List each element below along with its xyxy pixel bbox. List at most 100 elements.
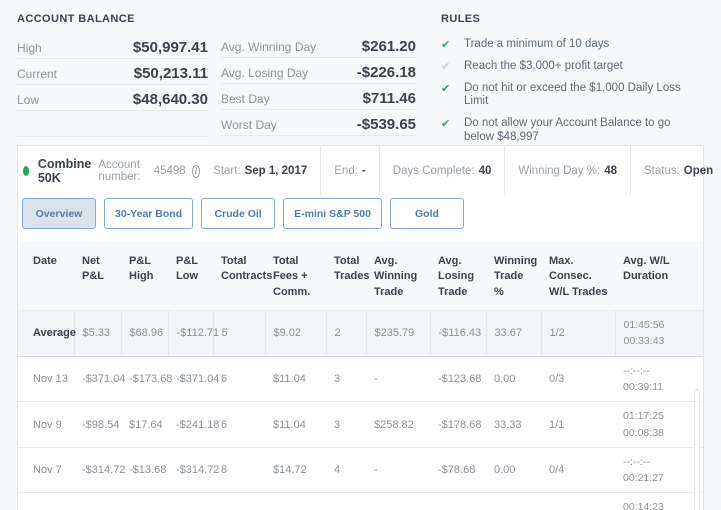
table-row: Nov 6$262.64$262.64-$173.684$7.362$436.3… bbox=[18, 492, 703, 510]
stat-label: Avg. Winning Day bbox=[221, 40, 317, 54]
data-cell: -$123.68 bbox=[430, 356, 486, 403]
column-header-avg-losing-trade: Avg. Losing Trade bbox=[430, 242, 486, 311]
account-info-bar: Combine 50K Account number: 45498 i Star… bbox=[18, 146, 713, 196]
bar-segment-winning-day: Winning Day %: 48 bbox=[504, 146, 630, 196]
data-cell: $262.64 bbox=[121, 492, 169, 510]
data-cell: -$241.18 bbox=[168, 401, 219, 448]
duration-line: 00:33:43 bbox=[623, 335, 665, 348]
duration-cell: --:--:-- 00:21:27 bbox=[615, 447, 703, 494]
product-tabs: Overview 30-Year Bond Crude Oil E-mini S&P … bbox=[18, 196, 703, 229]
account-number-label: Account number: bbox=[98, 159, 141, 183]
stat-value: $50,213.11 bbox=[133, 65, 208, 82]
stat-label: Avg. Losing Day bbox=[221, 66, 309, 80]
vertical-scrollbar[interactable] bbox=[694, 389, 700, 510]
duration-line: 00:39:11 bbox=[623, 380, 664, 393]
data-cell: 33.33 bbox=[486, 401, 541, 448]
data-cell: - bbox=[366, 356, 430, 403]
stat-value: $48,640.30 bbox=[132, 91, 208, 108]
tab-crude-oil[interactable]: Crude Oil bbox=[201, 198, 276, 229]
rule-text: Reach the $3,000+ profit target bbox=[464, 59, 623, 72]
segment-value: Open bbox=[683, 165, 714, 177]
table-row: Nov 9 -$98.54 $17.64 -$241.18 6 $11.04 3 $258.8… bbox=[18, 401, 703, 448]
data-cell: -$116.43 bbox=[430, 310, 487, 357]
data-cell: 50.00 bbox=[486, 492, 541, 510]
duration-line: 00:14:23 bbox=[623, 501, 664, 510]
data-cell: $262.64 bbox=[74, 492, 122, 510]
tab-e-mini-s-p-500[interactable]: E-mini S&P 500 bbox=[283, 198, 382, 229]
data-cell: -$112.71 bbox=[168, 310, 219, 357]
duration-line: 01:45:56 bbox=[623, 319, 665, 332]
segment-value: Sep 1, 2017 bbox=[244, 165, 308, 177]
data-cell: -$173.68 bbox=[168, 492, 219, 510]
tab-overview[interactable]: Overview bbox=[22, 198, 96, 229]
data-cell: 5 bbox=[213, 310, 266, 357]
date-cell: Nov 13 bbox=[18, 356, 74, 403]
data-cell: 4 bbox=[326, 447, 366, 494]
date-cell: Nov 7 bbox=[18, 447, 74, 494]
status-dot-icon bbox=[23, 166, 29, 176]
rule-item: ✔ Do not allow your Account Balance to go… bbox=[441, 117, 703, 145]
rule-text: Trade a minimum of 10 days bbox=[464, 38, 610, 50]
bar-segment-status: Status: Open bbox=[629, 146, 721, 196]
duration-cell: 00:14:2300:44:15 bbox=[615, 492, 703, 510]
account-card: Combine 50K Account number: 45498 i Star… bbox=[17, 145, 713, 510]
data-cell: 0.00 bbox=[486, 356, 541, 403]
column-header-date: Date bbox=[18, 242, 74, 311]
stat-row: Current $50,213.11 bbox=[17, 59, 208, 85]
table-row: Nov 13 -$371.04 -$173.68 -$371.04 6 $11.04 3- -… bbox=[18, 356, 703, 403]
stat-label: Worst Day bbox=[221, 118, 277, 132]
column-header-avg-winning-trade: Avg. Winning Trade bbox=[366, 242, 430, 311]
data-cell: 0.00 bbox=[486, 447, 541, 494]
stat-label: Current bbox=[17, 67, 58, 81]
data-cell: -$98.54 bbox=[74, 401, 121, 448]
data-cell: 8 bbox=[213, 447, 265, 494]
column-header-p-l-low: P&L Low bbox=[168, 242, 213, 311]
table-row: Nov 7 -$314.72 -$13.68 -$314.72 8 $14.72 4- -$7… bbox=[18, 447, 703, 494]
stat-label: Low bbox=[17, 93, 40, 107]
column-header-total-fees-comm: Total Fees + Comm. bbox=[265, 242, 326, 311]
date-cell: Average bbox=[18, 310, 76, 357]
data-cell: $7.36 bbox=[265, 492, 326, 510]
stat-row: Worst Day -$539.65 bbox=[221, 110, 416, 136]
data-cell: -$371.04 bbox=[168, 356, 219, 403]
stat-value: $261.20 bbox=[361, 38, 416, 55]
rule-item: ✔ Trade a minimum of 10 days bbox=[441, 38, 703, 52]
stat-row: High $50,997.41 bbox=[17, 33, 208, 59]
day-stats-rows: Avg. Winning Day $261.20 Avg. Losing Day -$… bbox=[221, 32, 416, 136]
info-icon[interactable]: i bbox=[191, 164, 201, 178]
data-cell: 2 bbox=[326, 310, 367, 357]
segment-label: End: bbox=[334, 165, 358, 177]
stat-label: Best Day bbox=[221, 92, 270, 106]
column-header-avg-w-l-duration: Avg. W/L Duration bbox=[615, 242, 703, 311]
check-icon: ✔ bbox=[441, 39, 451, 51]
column-header-total-contracts: Total Contracts bbox=[213, 242, 272, 311]
data-cell: $436.32 bbox=[366, 492, 430, 510]
check-icon: ✔ bbox=[441, 118, 451, 131]
stat-row: Avg. Winning Day $261.20 bbox=[221, 32, 416, 58]
data-cell: -$371.04 bbox=[74, 356, 125, 403]
data-cell: $68.96 bbox=[121, 310, 169, 357]
stat-value: -$226.18 bbox=[356, 64, 416, 81]
data-cell: 2 bbox=[326, 492, 366, 510]
rule-item: ✔ Reach the $3,000+ profit target bbox=[441, 60, 703, 74]
data-cell: -$178.68 bbox=[430, 401, 486, 448]
tab-gold[interactable]: Gold bbox=[389, 198, 464, 229]
date-cell: Nov 9 bbox=[18, 401, 74, 448]
data-cell: $9.02 bbox=[265, 310, 327, 357]
tab-30-year-bond[interactable]: 30-Year Bond bbox=[104, 198, 194, 229]
day-stats-column: Avg. Winning Day $261.20 Avg. Losing Day -$… bbox=[221, 10, 416, 145]
bar-segment-end: End: - bbox=[320, 146, 379, 196]
stats-rules-section: ACCOUNT BALANCE High $50,997.41 Current $50… bbox=[0, 0, 721, 179]
account-balance-rows: High $50,997.41 Current $50,213.11 Low $48,64… bbox=[17, 33, 208, 137]
segment-label: Winning Day %: bbox=[518, 165, 601, 177]
segment-value: 48 bbox=[604, 165, 617, 177]
data-cell: 4 bbox=[213, 492, 265, 510]
account-balance-column: ACCOUNT BALANCE High $50,997.41 Current $50… bbox=[17, 10, 208, 145]
table-row: Average $5.33 $68.96 -$112.71 5 $9.02 2 $235.79… bbox=[18, 310, 703, 357]
duration-line: 01:17:25 bbox=[623, 410, 664, 423]
data-cell: 33.67 bbox=[486, 310, 542, 357]
account-stats-segments: Start: Sep 1, 2017 End: - Days Complete: 40 Wi… bbox=[200, 146, 721, 196]
data-cell: 0/3 bbox=[541, 356, 615, 403]
rule-item: ✔ Do not hit or exceed the $1,000 Daily L… bbox=[441, 82, 703, 110]
account-identity: Combine 50K Account number: 45498 i bbox=[18, 146, 201, 196]
